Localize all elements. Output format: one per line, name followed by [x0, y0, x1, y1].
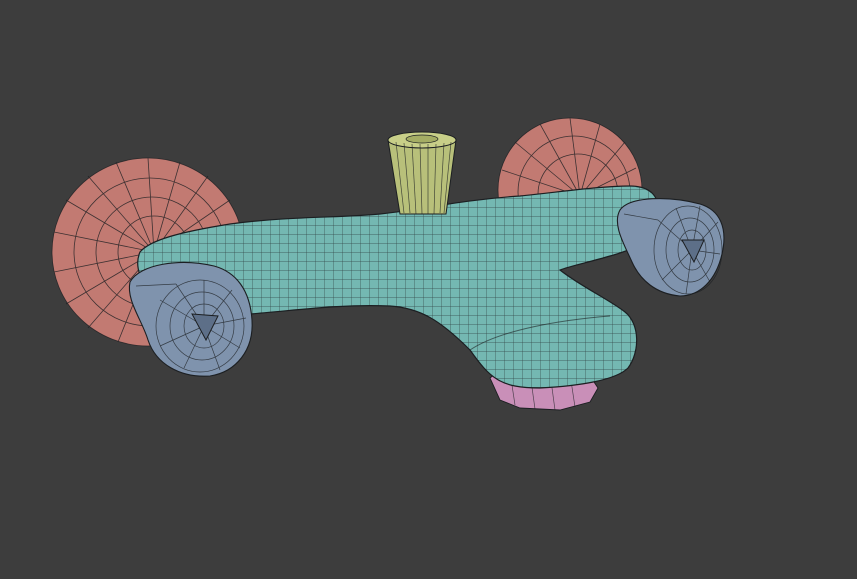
left-handle — [128, 261, 253, 377]
3d-viewport[interactable] — [0, 0, 857, 579]
faucet-model — [51, 117, 725, 411]
diverter-knob — [387, 131, 457, 215]
right-handle — [616, 198, 725, 297]
